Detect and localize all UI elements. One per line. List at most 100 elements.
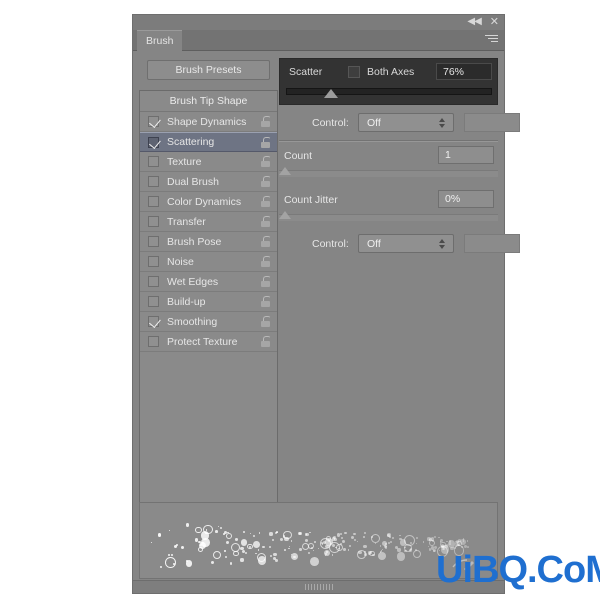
count-value-field[interactable]: 1: [438, 146, 494, 164]
lock-icon[interactable]: [261, 216, 271, 227]
preview-dot: [211, 561, 215, 565]
preview-dot: [340, 536, 343, 540]
preview-dot: [422, 541, 424, 543]
option-checkbox[interactable]: [148, 316, 159, 327]
brush-presets-button[interactable]: Brush Presets: [147, 60, 270, 80]
brush-option-row[interactable]: Smoothing: [140, 312, 277, 332]
option-checkbox[interactable]: [148, 156, 159, 167]
option-label: Smoothing: [167, 315, 218, 328]
count-row: Count 1: [279, 146, 498, 166]
count-slider-track[interactable]: [279, 170, 498, 177]
scatter-slider-thumb[interactable]: [324, 89, 339, 98]
brush-option-row[interactable]: Noise: [140, 252, 277, 272]
preview-dot: [311, 546, 314, 549]
panel-titlebar: ◀◀ ✕: [133, 15, 504, 30]
scatter-control-value: Off: [367, 116, 381, 129]
preview-dot: [467, 545, 470, 548]
preview-dot: [309, 531, 312, 534]
lock-icon[interactable]: [261, 276, 271, 287]
tab-brush[interactable]: Brush: [137, 30, 183, 51]
brush-option-row[interactable]: Color Dynamics: [140, 192, 277, 212]
count-slider-thumb[interactable]: [279, 167, 291, 175]
brush-option-row[interactable]: Transfer: [140, 212, 277, 232]
lock-icon[interactable]: [261, 236, 271, 247]
lock-icon[interactable]: [261, 336, 271, 347]
option-checkbox[interactable]: [148, 136, 159, 148]
brush-option-row[interactable]: Dual Brush: [140, 172, 277, 192]
lock-icon[interactable]: [261, 176, 271, 187]
lock-icon[interactable]: [261, 196, 271, 207]
lock-icon[interactable]: [261, 116, 271, 127]
preview-dot: [348, 544, 351, 547]
count-jitter-row: Count Jitter 0%: [279, 190, 498, 210]
option-checkbox[interactable]: [148, 236, 159, 247]
preview-dot: [240, 546, 244, 551]
brush-option-row[interactable]: Protect Texture: [140, 332, 277, 352]
screen: ◀◀ ✕ Brush Brush Presets Brush Tip Shape…: [0, 0, 600, 600]
lock-icon[interactable]: [261, 256, 271, 267]
preview-dot: [390, 540, 393, 543]
preview-dot: [200, 544, 202, 546]
brush-option-row[interactable]: Shape Dynamics: [140, 112, 277, 132]
preview-dot: [201, 542, 204, 545]
preview-dot: [255, 553, 257, 555]
brush-option-row[interactable]: Brush Pose: [140, 232, 277, 252]
preview-dot: [467, 540, 469, 542]
preview-dot: [306, 532, 309, 536]
option-checkbox[interactable]: [148, 296, 159, 307]
brush-option-row[interactable]: Scattering: [140, 132, 277, 152]
option-label: Transfer: [167, 215, 206, 228]
preview-dot: [282, 535, 286, 538]
lock-icon[interactable]: [261, 156, 271, 167]
preview-dot: [194, 538, 199, 542]
scatter-header-block: Scatter Both Axes 76%: [279, 58, 498, 105]
lock-icon[interactable]: [261, 296, 271, 307]
tab-brush-label: Brush: [146, 35, 174, 47]
option-checkbox[interactable]: [148, 176, 159, 187]
option-label: Scattering: [167, 136, 215, 148]
preview-dot: [185, 523, 190, 527]
collapse-arrows-icon[interactable]: ◀◀: [467, 16, 481, 28]
preview-dot: [439, 538, 443, 542]
count-jitter-value-field[interactable]: 0%: [438, 190, 494, 208]
both-axes-checkbox[interactable]: [348, 66, 360, 78]
scatter-slider-track[interactable]: [286, 88, 492, 95]
brush-panel: ◀◀ ✕ Brush Brush Presets Brush Tip Shape…: [133, 15, 520, 593]
preview-dot: [299, 548, 302, 551]
jitter-control-select[interactable]: Off: [358, 234, 454, 253]
preview-dot: [336, 533, 341, 537]
scatter-row: Scatter Both Axes 76%: [280, 59, 497, 84]
preview-dot: [460, 538, 466, 545]
option-checkbox[interactable]: [148, 336, 159, 347]
resize-grip[interactable]: [304, 584, 333, 590]
panel-tabstrip: Brush: [133, 30, 504, 51]
brush-option-row[interactable]: Build-up: [140, 292, 277, 312]
preview-dot: [243, 531, 246, 534]
scatter-control-select[interactable]: Off: [358, 113, 454, 132]
scatter-control-label: Control:: [312, 117, 349, 129]
brush-tip-shape-item[interactable]: Brush Tip Shape: [140, 91, 277, 112]
option-checkbox[interactable]: [148, 196, 159, 207]
option-label: Shape Dynamics: [167, 115, 247, 128]
count-jitter-slider-thumb[interactable]: [279, 211, 291, 219]
option-checkbox[interactable]: [148, 216, 159, 227]
preview-dot: [455, 539, 459, 544]
preview-dot: [230, 562, 233, 565]
preview-dot: [415, 543, 418, 545]
brush-option-row[interactable]: Texture: [140, 152, 277, 172]
count-jitter-slider-track[interactable]: [279, 214, 498, 221]
option-checkbox[interactable]: [148, 256, 159, 267]
preview-dot: [378, 551, 387, 560]
brush-option-row[interactable]: Wet Edges: [140, 272, 277, 292]
scatter-value-field[interactable]: 76%: [436, 63, 492, 80]
lock-icon[interactable]: [261, 137, 271, 148]
lock-icon[interactable]: [261, 316, 271, 327]
panel-menu-icon[interactable]: [485, 35, 498, 45]
option-checkbox[interactable]: [148, 116, 159, 127]
preview-dot: [235, 537, 238, 541]
option-checkbox[interactable]: [148, 276, 159, 287]
divider-1: [279, 140, 498, 142]
close-icon[interactable]: ✕: [490, 16, 499, 28]
preview-dot: [224, 550, 226, 552]
jitter-control-row: Control: Off: [279, 234, 520, 254]
